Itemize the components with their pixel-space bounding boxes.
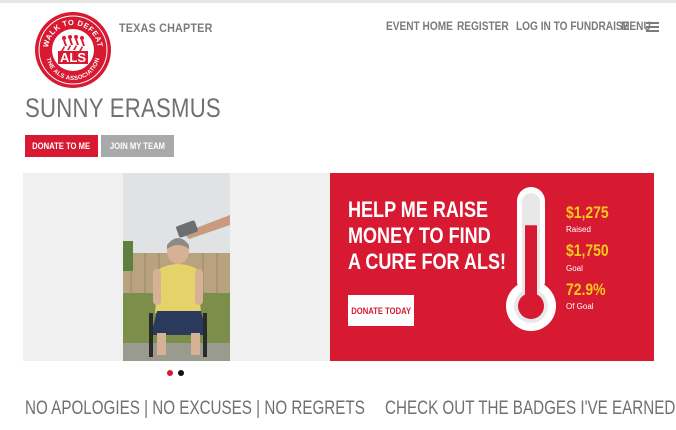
chapter-name: TEXAS CHAPTER [119,21,213,35]
thermometer-mercury [525,225,537,308]
fundraising-thermometer [504,186,558,332]
raised-amount: $1,275 [566,203,609,222]
carousel-dot-2[interactable] [178,370,184,376]
nav-login-to-fundraise[interactable]: LOG IN TO FUNDRAISE [516,21,629,33]
donate-to-me-button[interactable]: DONATE TO ME [25,135,98,157]
join-my-team-label: JOIN MY TEAM [109,141,166,151]
donate-today-button[interactable]: DONATE TODAY [348,295,414,326]
als-logo[interactable]: WALK TO DEFEAT THE ALS ASSOCIATION ALS [34,11,112,89]
nav-event-home[interactable]: EVENT HOME [386,21,453,33]
participant-name: SUNNY ERASMUS [25,93,221,123]
donate-today-label: DONATE TODAY [351,305,411,316]
raised-label: Raised [566,225,591,234]
percent-of-goal: 72.9% [566,280,606,299]
goal-amount: $1,750 [566,241,609,260]
carousel-dot-1[interactable] [167,370,173,376]
percent-of-goal-label: Of Goal [566,302,594,311]
badges-heading: CHECK OUT THE BADGES I'VE EARNED [385,398,676,419]
nav-register[interactable]: REGISTER [457,21,509,33]
logo-main-text: ALS [60,50,86,65]
participant-photo [123,173,230,361]
top-border [0,0,676,3]
promo-headline: HELP ME RAISE MONEY TO FIND A CURE FOR A… [348,197,506,275]
hamburger-icon[interactable] [646,22,659,32]
tagline-heading: NO APOLOGIES | NO EXCUSES | NO REGRETS [25,398,365,419]
promo-headline-line: MONEY TO FIND [348,223,491,248]
promo-headline-line: HELP ME RAISE [348,197,489,222]
donate-to-me-label: DONATE TO ME [32,141,91,151]
promo-headline-line: A CURE FOR ALS! [348,249,507,274]
logo-seal: WALK TO DEFEAT THE ALS ASSOCIATION ALS [35,12,111,88]
join-my-team-button[interactable]: JOIN MY TEAM [101,135,174,157]
goal-label: Goal [566,264,583,273]
